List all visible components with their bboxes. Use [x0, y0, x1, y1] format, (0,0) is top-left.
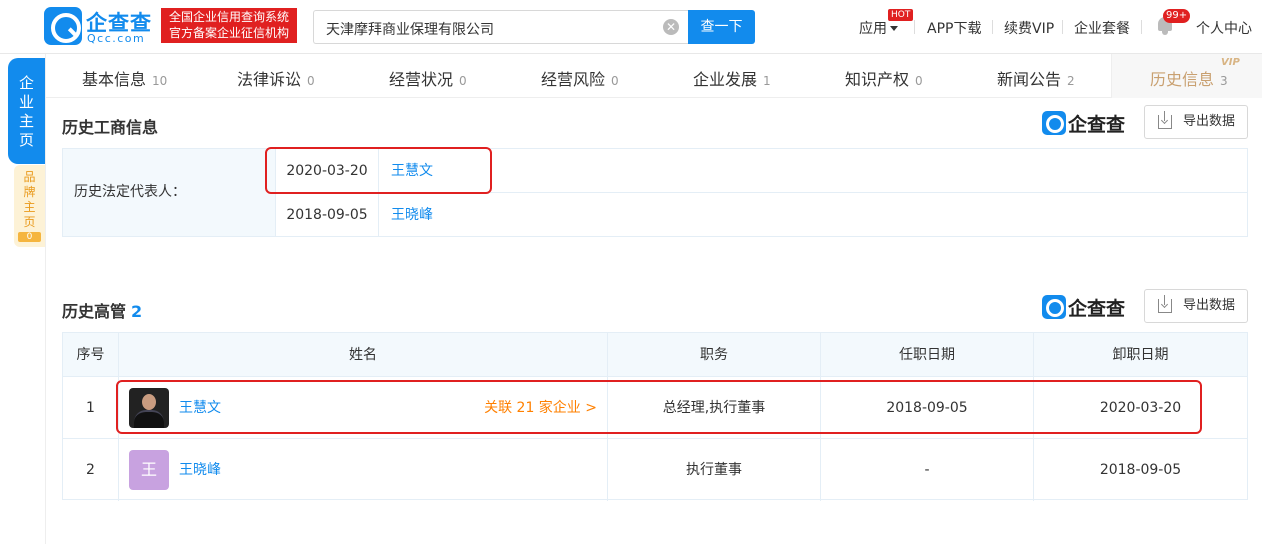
qcc-logo[interactable]: 企查查 Qcc.com: [44, 7, 156, 45]
nav-enterprise-package[interactable]: 企业套餐: [1074, 18, 1130, 38]
download-icon: [1158, 111, 1172, 129]
tab-count: 10: [152, 74, 168, 88]
nav-apps-label: 应用: [859, 21, 887, 37]
hot-badge: HOT: [888, 9, 914, 21]
tab-count: 0: [915, 74, 923, 88]
tab-history[interactable]: 历史信息 3: [1150, 66, 1228, 90]
side-char: 牌: [23, 185, 36, 199]
column-header-end: 卸职日期: [1112, 347, 1169, 363]
export-button[interactable]: 导出数据: [1144, 289, 1248, 323]
end-date-cell: 2018-09-05: [1099, 462, 1182, 478]
vip-tag: VIP: [1221, 57, 1240, 68]
highlight-box: [265, 147, 492, 194]
export-button[interactable]: 导出数据: [1144, 105, 1248, 139]
side-char: 企: [18, 74, 34, 92]
tab-count: 3: [1220, 74, 1228, 88]
tab-label: 法律诉讼: [237, 70, 302, 89]
tab-label: 历史信息: [1150, 70, 1215, 89]
tab-development[interactable]: 企业发展 1: [693, 66, 771, 90]
nav-divider: [1062, 20, 1063, 34]
nav-divider: [914, 20, 915, 34]
chevron-down-icon: [890, 26, 898, 31]
side-char: 页: [18, 131, 34, 149]
column-header-role: 职务: [608, 333, 821, 377]
column-header-no: 序号: [63, 333, 119, 377]
row-number: 2: [63, 439, 119, 501]
nav-divider: [992, 20, 993, 34]
nav-app-download[interactable]: APP下载: [927, 18, 981, 38]
top-bar: 企查查 Qcc.com 全国企业信用查询系统 官方备案企业征信机构 天津摩拜商业…: [0, 0, 1262, 54]
avatar[interactable]: 王: [129, 450, 169, 490]
tab-basic-info[interactable]: 基本信息 10: [82, 66, 167, 90]
person-link[interactable]: 王晓峰: [391, 193, 433, 237]
start-date-cell: -: [821, 439, 1034, 501]
date-cell: 2018-09-05: [276, 193, 379, 236]
qcc-logo-icon: [44, 7, 82, 45]
qcc-watermark-logo: 企查查: [1042, 294, 1134, 320]
column-header-start: 任职日期: [821, 333, 1034, 377]
table-header: 序号 姓名 职务 任职日期 卸职日期: [63, 333, 1247, 377]
side-char: 品: [23, 170, 36, 184]
search-input[interactable]: 天津摩拜商业保理有限公司 ✕: [313, 10, 689, 44]
table-row: 2018-09-05 王晓峰: [276, 192, 1247, 236]
qcc-watermark-logo: 企查查: [1042, 110, 1134, 136]
tab-count: 2: [1067, 74, 1075, 88]
qcc-logo-icon: [1042, 295, 1066, 319]
tab-label: 基本信息: [82, 70, 147, 89]
tab-count: 0: [459, 74, 467, 88]
brand-home-tab[interactable]: 品 牌 主 页 0: [14, 165, 45, 247]
company-home-tab[interactable]: 企 业 主 页: [8, 58, 45, 164]
person-link[interactable]: 王晓峰: [179, 439, 221, 501]
tab-count: 1: [763, 74, 771, 88]
tab-count: 0: [611, 74, 619, 88]
tab-label: 经营状况: [389, 70, 454, 89]
tab-ip[interactable]: 知识产权 0: [845, 66, 923, 90]
row-number: 1: [63, 377, 119, 439]
tab-count: 0: [307, 74, 315, 88]
name-cell: 王 王晓峰: [119, 439, 608, 501]
tab-label: 新闻公告: [997, 70, 1062, 89]
role-cell: 执行董事: [608, 439, 821, 501]
side-char: 业: [18, 93, 34, 111]
nav-renew-vip[interactable]: 续费VIP: [1004, 18, 1054, 38]
logo-subtitle: Qcc.com: [87, 32, 146, 45]
clear-icon[interactable]: ✕: [663, 19, 679, 35]
section-title-text: 历史高管: [62, 302, 127, 321]
qcc-logo-text: 企查查: [1068, 114, 1126, 136]
nav-apps[interactable]: 应用: [859, 18, 898, 38]
notification-badge: 99+: [1163, 9, 1191, 23]
qcc-logo-icon: [1042, 111, 1066, 135]
tab-label: 经营风险: [541, 70, 606, 89]
side-char: 主: [18, 112, 34, 130]
legal-rep-label: 历史法定代表人：: [63, 149, 276, 236]
section-title-history-executives: 历史高管 2: [62, 298, 142, 322]
section-title-history-business: 历史工商信息: [62, 118, 159, 137]
slogan-badge: 全国企业信用查询系统 官方备案企业征信机构: [161, 8, 297, 43]
tab-risk[interactable]: 经营风险 0: [541, 66, 619, 90]
search-button[interactable]: 查一下: [688, 10, 755, 44]
nav-divider: [1141, 20, 1142, 34]
section-count: 2: [131, 302, 143, 321]
side-char: 主: [23, 200, 36, 214]
export-label: 导出数据: [1182, 114, 1235, 129]
brand-count: 0: [18, 232, 41, 242]
table-row: 2 王 王晓峰 执行董事 - 2018-09-05: [63, 438, 1247, 501]
tab-label: 企业发展: [693, 70, 758, 89]
tab-label: 知识产权: [845, 70, 910, 89]
tab-bar: 基本信息 10 法律诉讼 0 经营状况 0 经营风险 0 企业发展 1 知识产权 0 新闻公…: [46, 54, 1262, 98]
slogan-line-2: 官方备案企业征信机构: [168, 26, 289, 40]
qcc-logo-text: 企查查: [1068, 298, 1126, 320]
search-value: 天津摩拜商业保理有限公司: [326, 22, 494, 38]
download-icon: [1158, 295, 1172, 313]
tab-operation[interactable]: 经营状况 0: [389, 66, 467, 90]
history-legal-rep-table: 历史法定代表人： 2020-03-20 王慧文 2018-09-05 王晓峰: [62, 148, 1248, 237]
export-label: 导出数据: [1182, 298, 1235, 313]
nav-user-center[interactable]: 个人中心: [1196, 18, 1252, 38]
highlight-box: [116, 380, 1202, 434]
side-char: 页: [23, 215, 36, 229]
column-header-name: 姓名: [119, 333, 608, 377]
tab-news[interactable]: 新闻公告 2: [997, 66, 1075, 90]
tab-litigation[interactable]: 法律诉讼 0: [237, 66, 315, 90]
slogan-line-1: 全国企业信用查询系统: [168, 10, 289, 24]
